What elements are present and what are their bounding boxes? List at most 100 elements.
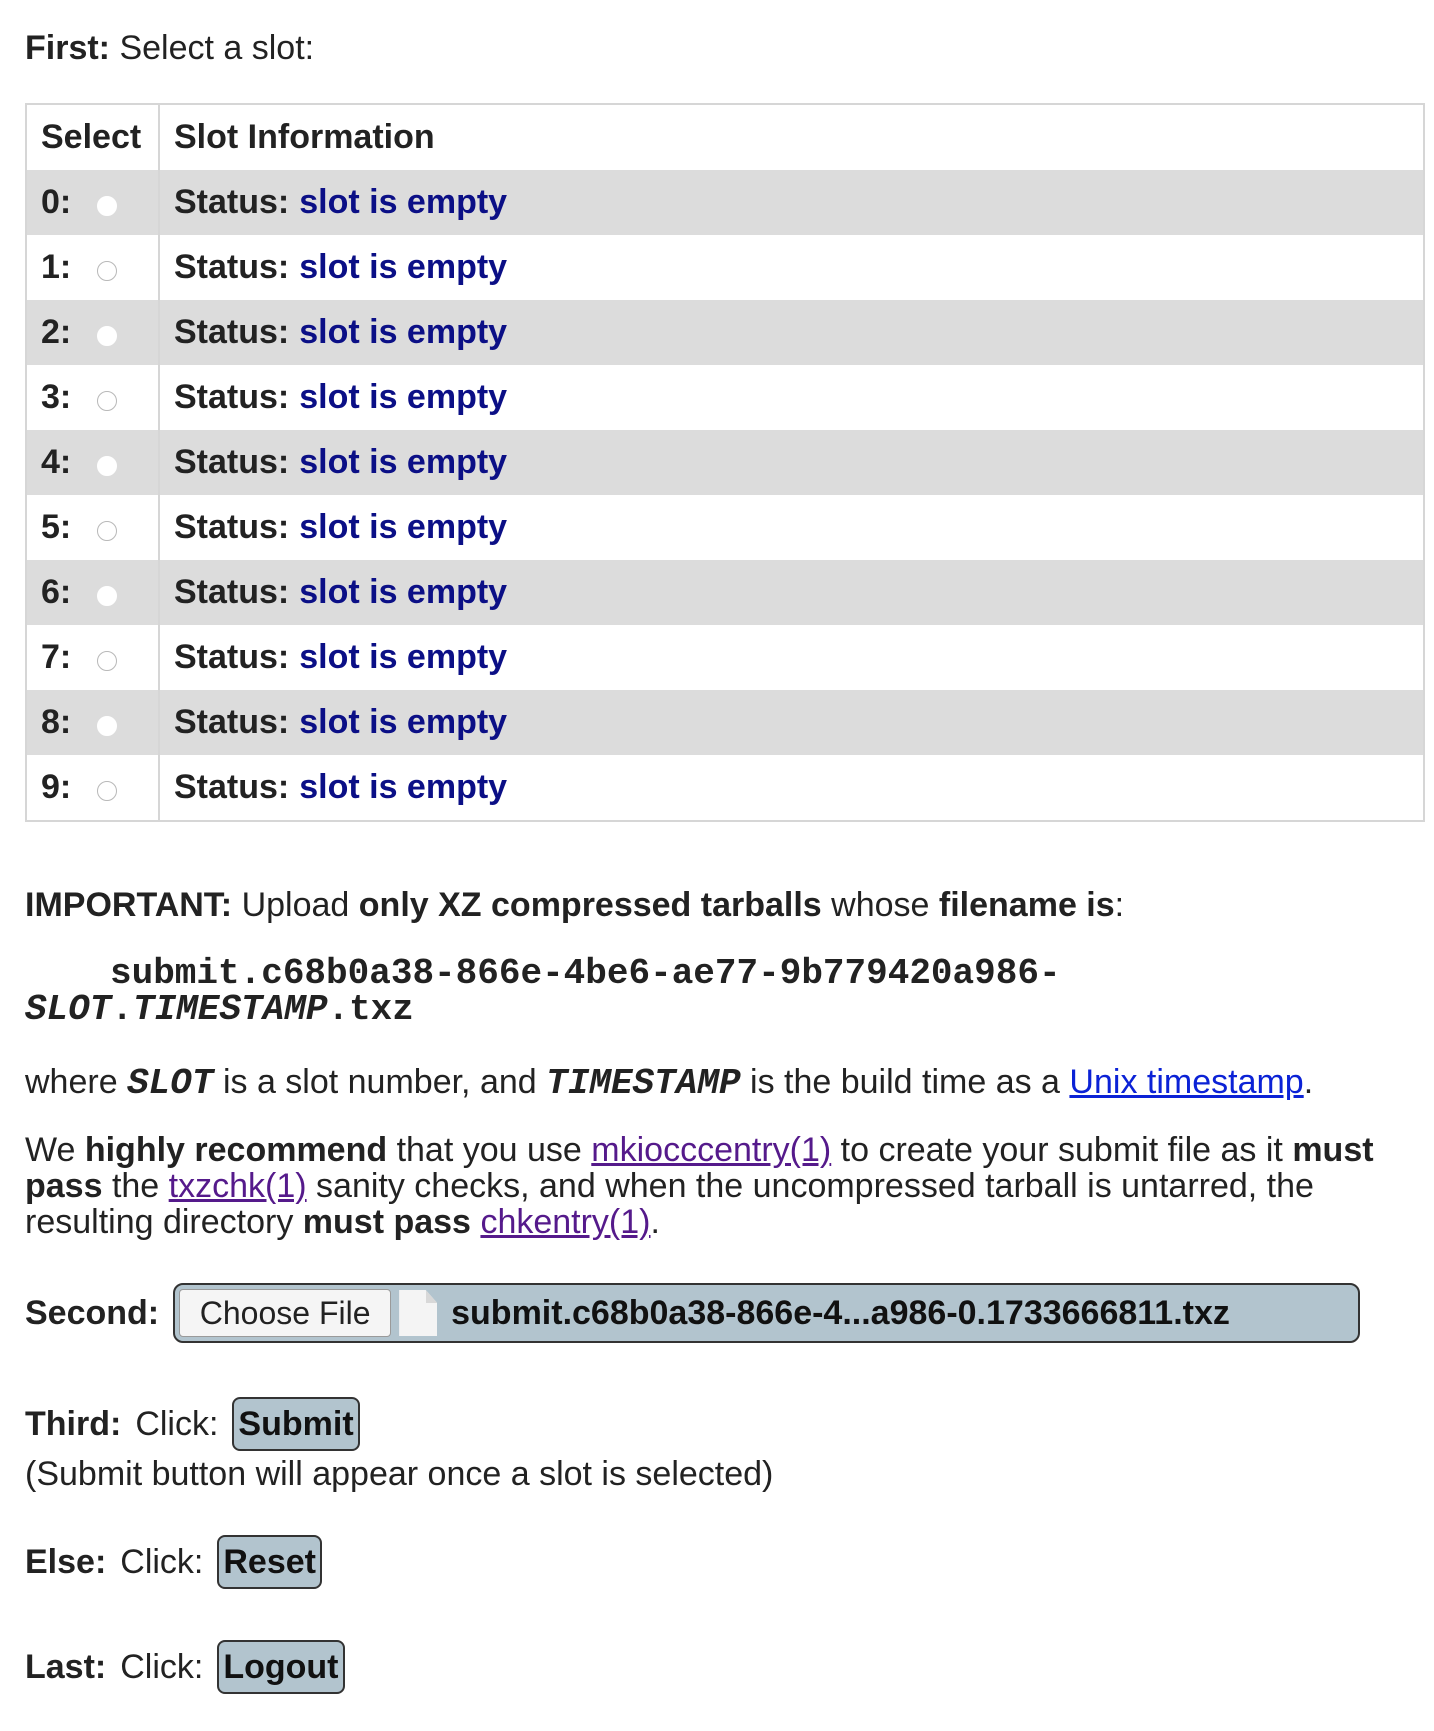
status-value: slot is empty	[299, 443, 508, 481]
status-value: slot is empty	[299, 248, 508, 286]
slot-number: 0:	[41, 183, 72, 221]
slot-radio[interactable]	[97, 390, 118, 411]
slot-select-cell: 0:	[27, 170, 160, 235]
slot-number: 8:	[41, 703, 72, 741]
slot-info-cell: Status: slot is empty	[160, 235, 1423, 300]
last-text: Click:	[120, 1648, 204, 1686]
slot-radio[interactable]	[97, 455, 118, 476]
status-label: Status:	[174, 443, 290, 481]
important-bold-filename: filename is	[938, 886, 1115, 924]
slot-info-cell: Status: slot is empty	[160, 755, 1423, 820]
filename-slot: SLOT	[25, 989, 112, 1030]
slot-info-cell: Status: slot is empty	[160, 495, 1423, 560]
filename-pattern: submit.c68b0a38-866e-4be6-ae77-9b779420a…	[25, 956, 1085, 1028]
slot-select-cell: 3:	[27, 365, 160, 430]
table-row: 2: Status: slot is empty	[27, 300, 1423, 365]
status-label: Status:	[174, 378, 290, 416]
recommend-text: the	[111, 1167, 160, 1205]
recommend-text: We	[25, 1131, 76, 1169]
slot-radio[interactable]	[97, 195, 118, 216]
important-notice: IMPORTANT: Upload only XZ compressed tar…	[25, 885, 1124, 925]
recommendation: We highly recommend that you use mkioccc…	[25, 1132, 1425, 1240]
recommend-text: that you use	[396, 1131, 582, 1169]
slot-number: 1:	[41, 248, 72, 286]
reset-button[interactable]: Reset	[217, 1535, 322, 1589]
status-value: slot is empty	[299, 313, 508, 351]
slot-number: 2:	[41, 313, 72, 351]
table-row: 5: Status: slot is empty	[27, 495, 1423, 560]
slot-radio[interactable]	[97, 715, 118, 736]
status-value: slot is empty	[299, 183, 508, 221]
where-text: is a slot number, and	[222, 1063, 537, 1101]
mkiocccentry-link[interactable]: mkiocccentry(1)	[591, 1131, 831, 1169]
slot-radio[interactable]	[97, 260, 118, 281]
slot-info-cell: Status: slot is empty	[160, 560, 1423, 625]
slot-table: Select Slot Information 0: Status: slot is…	[25, 103, 1425, 822]
status-value: slot is empty	[299, 573, 508, 611]
third-text: Click:	[135, 1405, 219, 1443]
slot-info-cell: Status: slot is empty	[160, 625, 1423, 690]
slot-radio[interactable]	[97, 520, 118, 541]
slot-select-cell: 1:	[27, 235, 160, 300]
file-input[interactable]: Choose File submit.c68b0a38-866e-4...a98…	[173, 1283, 1361, 1343]
third-step: Third: Click: Submit	[25, 1397, 360, 1451]
slot-select-cell: 6:	[27, 560, 160, 625]
else-step: Else: Click: Reset	[25, 1535, 322, 1589]
slot-info-cell: Status: slot is empty	[160, 365, 1423, 430]
status-value: slot is empty	[299, 508, 508, 546]
choose-file-button[interactable]: Choose File	[179, 1289, 392, 1337]
slot-info-cell: Status: slot is empty	[160, 430, 1423, 495]
unix-timestamp-link[interactable]: Unix timestamp	[1069, 1063, 1303, 1101]
slot-number: 6:	[41, 573, 72, 611]
slot-number: 4:	[41, 443, 72, 481]
status-label: Status:	[174, 248, 290, 286]
slot-info-cell: Status: slot is empty	[160, 170, 1423, 235]
filename-line2: SLOT.TIMESTAMP.txz	[25, 992, 1085, 1028]
slot-number: 5:	[41, 508, 72, 546]
last-label: Last:	[25, 1648, 107, 1686]
slot-radio[interactable]	[97, 780, 118, 801]
else-text: Click:	[120, 1543, 204, 1581]
where-text: .	[1303, 1063, 1314, 1101]
important-label: IMPORTANT:	[25, 886, 233, 924]
status-value: slot is empty	[299, 703, 508, 741]
slot-number: 7:	[41, 638, 72, 676]
slot-select-cell: 4:	[27, 430, 160, 495]
table-row: 3: Status: slot is empty	[27, 365, 1423, 430]
recommend-text: .	[650, 1203, 660, 1241]
status-label: Status:	[174, 703, 290, 741]
slot-select-cell: 9:	[27, 755, 160, 820]
table-row: 0: Status: slot is empty	[27, 170, 1423, 235]
last-step: Last: Click: Logout	[25, 1640, 345, 1694]
file-icon	[399, 1290, 438, 1336]
table-row: 8: Status: slot is empty	[27, 690, 1423, 755]
status-value: slot is empty	[299, 378, 508, 416]
recommend-text: to create your submit file as it	[840, 1131, 1283, 1169]
important-text: Upload	[241, 886, 350, 924]
where-slot: SLOT	[127, 1063, 214, 1104]
important-text: whose	[831, 886, 930, 924]
slot-select-cell: 5:	[27, 495, 160, 560]
slot-radio[interactable]	[97, 325, 118, 346]
slot-select-cell: 7:	[27, 625, 160, 690]
third-label: Third:	[25, 1405, 122, 1443]
table-row: 9: Status: slot is empty	[27, 755, 1423, 820]
header-slot-information: Slot Information	[174, 118, 435, 156]
slot-number: 9:	[41, 768, 72, 806]
status-label: Status:	[174, 183, 290, 221]
logout-button[interactable]: Logout	[217, 1640, 345, 1694]
chkentry-link[interactable]: chkentry(1)	[480, 1203, 650, 1241]
filename-timestamp: TIMESTAMP	[133, 989, 328, 1030]
txzchk-link[interactable]: txzchk(1)	[169, 1167, 307, 1205]
submit-button[interactable]: Submit	[232, 1397, 360, 1451]
slot-radio[interactable]	[97, 585, 118, 606]
slot-radio[interactable]	[97, 650, 118, 671]
slot-info-cell: Status: slot is empty	[160, 300, 1423, 365]
important-text: :	[1114, 886, 1125, 924]
recommend-bold: must pass	[302, 1203, 471, 1241]
first-instruction: First: Select a slot:	[25, 28, 314, 68]
second-label: Second:	[25, 1293, 160, 1332]
where-timestamp: TIMESTAMP	[546, 1063, 741, 1104]
where-explanation: where SLOT is a slot number, and TIMESTA…	[25, 1062, 1313, 1104]
first-text: Select a slot:	[119, 29, 315, 67]
